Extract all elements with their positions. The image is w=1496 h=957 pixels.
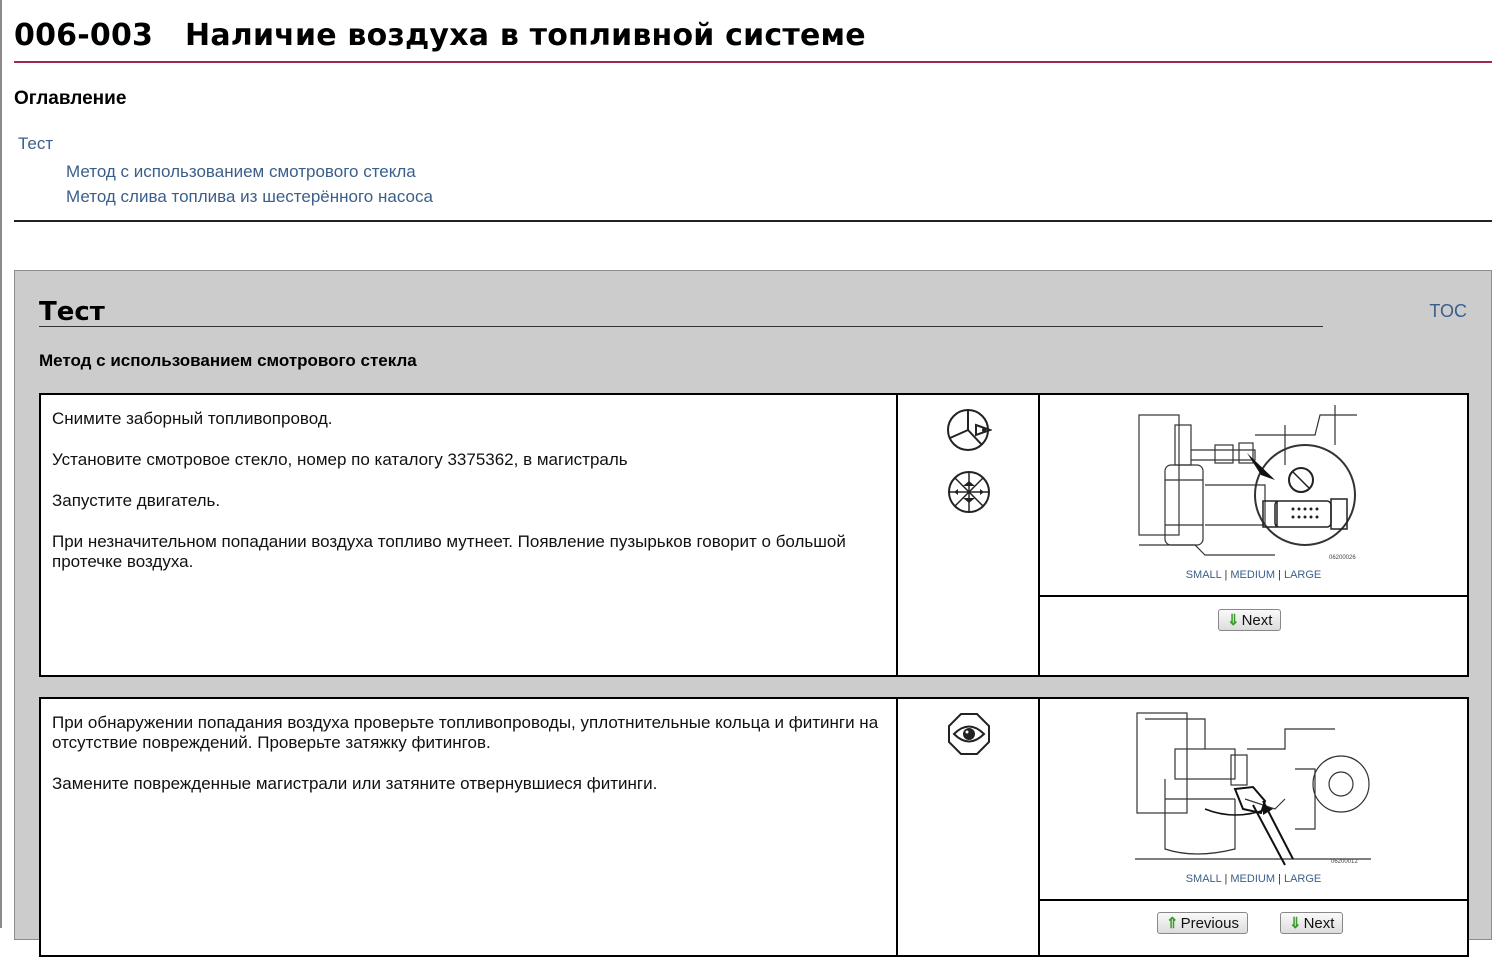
size-medium-link[interactable]: MEDIUM bbox=[1230, 569, 1275, 581]
step-icon-column bbox=[898, 699, 1040, 955]
step-paragraph: Замените поврежденные магистрали или зат… bbox=[52, 774, 658, 793]
size-medium-link[interactable]: MEDIUM bbox=[1230, 873, 1275, 885]
procedure-step-2: При обнаружении попадания воздуха провер… bbox=[39, 697, 1469, 957]
size-separator: | bbox=[1278, 873, 1281, 885]
previous-label: Previous bbox=[1180, 915, 1239, 932]
step-paragraph: При обнаружении попадания воздуха провер… bbox=[52, 713, 879, 752]
section-title-underline bbox=[39, 326, 1323, 327]
size-small-link[interactable]: SMALL bbox=[1186, 569, 1222, 581]
inspect-eye-icon bbox=[948, 713, 990, 755]
size-large-link[interactable]: LARGE bbox=[1284, 873, 1321, 885]
next-button[interactable]: ⇓ Next bbox=[1218, 609, 1282, 631]
illustration-code: 06200012 bbox=[1331, 859, 1358, 865]
toc-divider bbox=[14, 220, 1492, 222]
toc-back-link[interactable]: TOC bbox=[1429, 301, 1467, 322]
size-large-link[interactable]: LARGE bbox=[1284, 569, 1321, 581]
size-small-link[interactable]: SMALL bbox=[1186, 873, 1222, 885]
page-title: 006-003 Наличие воздуха в топливной сист… bbox=[14, 18, 866, 53]
size-separator: | bbox=[1278, 569, 1281, 581]
step-paragraph: Запустите двигатель. bbox=[52, 491, 221, 510]
method-title: Метод с использованием смотрового стекла bbox=[39, 351, 417, 370]
illustration-cell: 06200012 SMALL | MEDIUM | LARGE bbox=[1040, 699, 1467, 901]
step-paragraph: При незначительном попадании воздуха топ… bbox=[52, 532, 846, 571]
step-paragraph: Снимите заборный топливопровод. bbox=[52, 409, 333, 428]
image-size-links: SMALL | MEDIUM | LARGE bbox=[1040, 873, 1467, 885]
toc-link-sight-glass-method[interactable]: Метод с использованием смотрового стекла bbox=[66, 162, 416, 182]
next-button[interactable]: ⇓ Next bbox=[1280, 912, 1344, 934]
step-icon-column bbox=[898, 395, 1040, 675]
section-title: Тест bbox=[39, 297, 105, 327]
size-separator: | bbox=[1224, 569, 1228, 581]
arrow-down-icon: ⇓ bbox=[1289, 915, 1302, 932]
image-size-links: SMALL | MEDIUM | LARGE bbox=[1040, 569, 1467, 581]
sight-glass-illustration[interactable]: 06200026 bbox=[1135, 405, 1365, 563]
arrow-down-icon: ⇓ bbox=[1227, 612, 1240, 629]
toc-link-gear-pump-drain-method[interactable]: Метод слива топлива из шестерённого насо… bbox=[66, 187, 433, 207]
install-component-icon bbox=[948, 471, 990, 513]
illustration-code: 06200026 bbox=[1329, 555, 1356, 561]
test-section: Тест TOC Метод с использованием смотрово… bbox=[14, 270, 1492, 957]
toc-link-test[interactable]: Тест bbox=[18, 134, 53, 154]
step-image-column: 06200012 SMALL | MEDIUM | LARGE ⇑ Previou… bbox=[1040, 699, 1467, 955]
step-image-column: 06200026 SMALL | MEDIUM | LARGE ⇓ Next bbox=[1040, 395, 1467, 675]
next-label: Next bbox=[1303, 915, 1335, 932]
step-text-column: При обнаружении попадания воздуха провер… bbox=[41, 699, 898, 955]
toc-heading: Оглавление bbox=[14, 88, 127, 109]
title-divider bbox=[14, 61, 1492, 63]
size-separator: | bbox=[1224, 873, 1228, 885]
step-paragraph: Установите смотровое стекло, номер по ка… bbox=[52, 450, 628, 469]
arrow-up-icon: ⇑ bbox=[1166, 915, 1179, 932]
procedure-step-1: Снимите заборный топливопровод. Установи… bbox=[39, 393, 1469, 677]
remove-component-icon bbox=[947, 409, 992, 451]
fitting-check-illustration[interactable]: 06200012 bbox=[1135, 709, 1371, 867]
next-label: Next bbox=[1241, 612, 1273, 629]
window-left-edge bbox=[0, 0, 2, 928]
previous-button[interactable]: ⇑ Previous bbox=[1157, 912, 1248, 934]
illustration-cell: 06200026 SMALL | MEDIUM | LARGE bbox=[1040, 395, 1467, 597]
step-text-column: Снимите заборный топливопровод. Установи… bbox=[41, 395, 898, 675]
